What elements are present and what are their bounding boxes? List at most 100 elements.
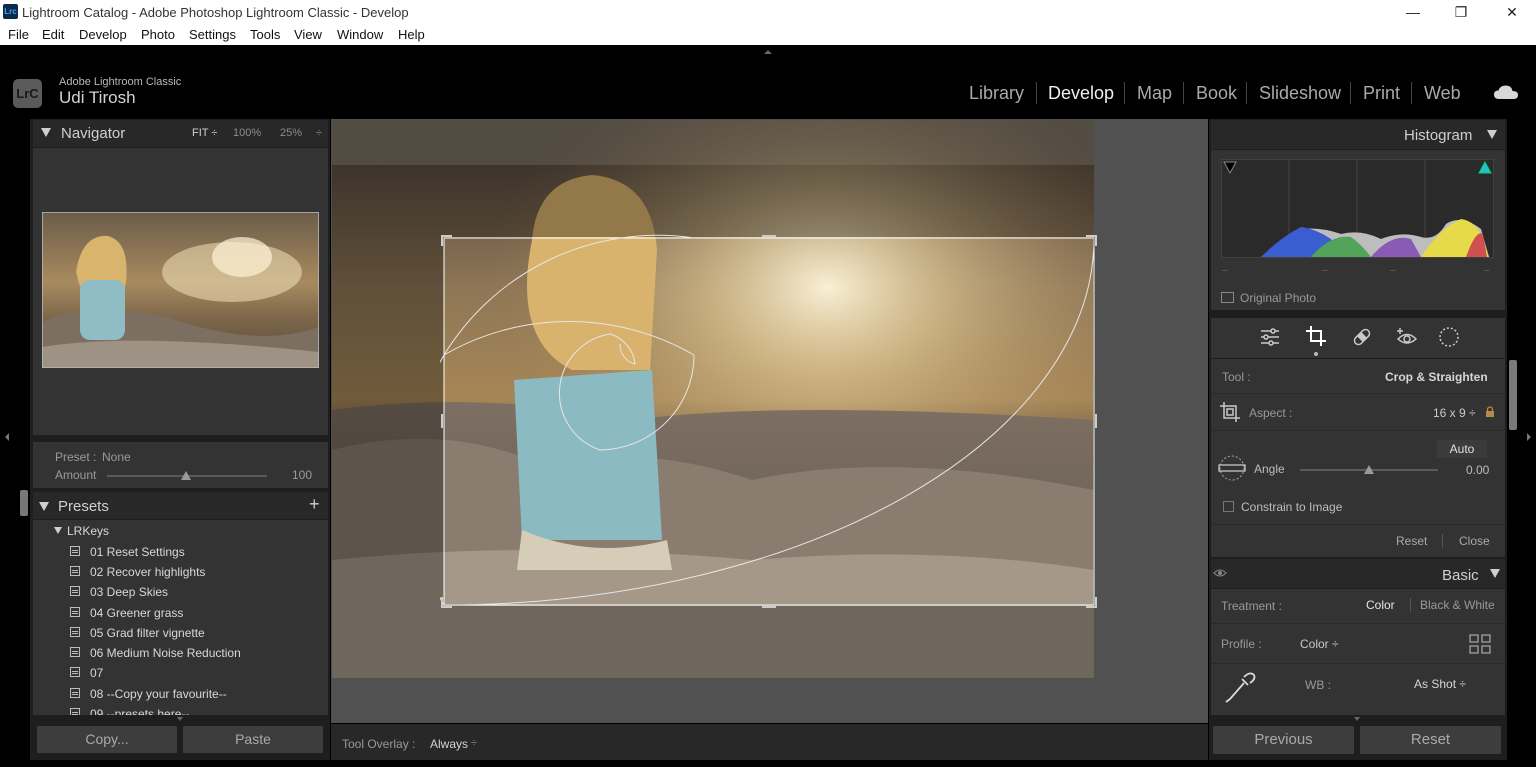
navigator-header[interactable]: Navigator FIT ÷ 100% 25% ÷ <box>33 120 328 147</box>
paste-button[interactable]: Paste <box>183 726 323 753</box>
folder-expand-icon[interactable] <box>54 527 62 534</box>
menu-window[interactable]: Window <box>337 27 383 42</box>
white-balance-eyedropper-icon[interactable] <box>1222 669 1258 705</box>
menu-develop[interactable]: Develop <box>79 27 127 42</box>
collapse-right-panel-icon[interactable] <box>1527 433 1531 441</box>
amount-value: 100 <box>292 468 313 482</box>
app-icon: Lrc <box>3 4 18 19</box>
close-button[interactable]: ✕ <box>1489 2 1535 22</box>
divider <box>1211 430 1505 431</box>
menu-view[interactable]: View <box>294 27 322 42</box>
preset-item[interactable]: 03 Deep Skies <box>68 583 318 603</box>
module-develop[interactable]: Develop <box>1048 83 1114 104</box>
maximize-button[interactable]: ❐ <box>1438 2 1484 22</box>
angle-slider-thumb[interactable] <box>1364 465 1374 474</box>
collapse-triangle-icon[interactable] <box>1487 130 1497 139</box>
copy-button[interactable]: Copy... <box>37 726 177 753</box>
tool-overlay-select[interactable]: Always <box>430 737 468 751</box>
collapse-bottom-icon[interactable] <box>1354 717 1360 721</box>
zoom-100[interactable]: 100% <box>233 127 261 139</box>
module-separator <box>1036 82 1037 104</box>
constrain-checkbox[interactable] <box>1223 501 1234 512</box>
histogram-header[interactable]: Histogram <box>1211 120 1505 149</box>
active-tool-indicator <box>1314 352 1318 356</box>
preset-item[interactable]: 06 Medium Noise Reduction <box>68 644 318 664</box>
straighten-tool-icon[interactable] <box>1216 455 1248 481</box>
module-print[interactable]: Print <box>1363 83 1400 104</box>
basic-header[interactable]: Basic <box>1211 559 1505 588</box>
preset-item[interactable]: 07 <box>68 664 318 684</box>
auto-button[interactable]: Auto <box>1437 440 1487 458</box>
preset-icon <box>70 627 80 637</box>
crop-frame-tool-icon[interactable] <box>1219 401 1241 423</box>
menu-settings[interactable]: Settings <box>189 27 236 42</box>
menu-file[interactable]: File <box>8 27 29 42</box>
tool-overlay-arrows-icon[interactable]: ÷ <box>471 737 477 749</box>
collapse-left-panel-icon[interactable] <box>5 433 9 441</box>
preset-icon <box>70 566 80 576</box>
collapse-triangle-icon[interactable] <box>1490 569 1500 578</box>
crop-tool-icon[interactable] <box>1305 325 1327 347</box>
lock-icon[interactable] <box>1485 406 1495 418</box>
cloud-icon[interactable] <box>1493 84 1519 100</box>
basic-title: Basic <box>1442 567 1479 584</box>
minimize-button[interactable]: — <box>1390 2 1436 22</box>
wb-select[interactable]: As Shot ÷ <box>1414 677 1466 691</box>
collapse-bottom-icon[interactable] <box>177 717 183 721</box>
tool-label: Tool : <box>1222 370 1251 384</box>
reset-button[interactable]: Reset <box>1360 726 1501 754</box>
menu-help[interactable]: Help <box>398 27 425 42</box>
crop-panel: Tool : Crop & Straighten <box>1211 359 1505 557</box>
preset-icon <box>70 546 80 556</box>
crop-reset-button[interactable]: Reset <box>1396 534 1427 548</box>
treatment-color[interactable]: Color <box>1366 598 1395 612</box>
red-eye-icon[interactable] <box>1396 326 1418 348</box>
module-library[interactable]: Library <box>969 83 1024 104</box>
module-book[interactable]: Book <box>1196 83 1237 104</box>
preset-item[interactable]: 01 Reset Settings <box>68 543 318 563</box>
histogram-graph[interactable] <box>1221 159 1494 258</box>
crop-frame[interactable] <box>440 234 1098 609</box>
aspect-select[interactable]: 16 x 9 ÷ <box>1433 406 1476 420</box>
previous-button[interactable]: Previous <box>1213 726 1354 754</box>
preset-folder-lrkeys[interactable]: LRKeys <box>67 524 109 538</box>
preset-item[interactable]: 08 --Copy your favourite-- <box>68 685 318 705</box>
profile-select[interactable]: Color ÷ <box>1300 637 1339 651</box>
module-map[interactable]: Map <box>1137 83 1172 104</box>
zoom-arrows-icon[interactable]: ÷ <box>316 127 322 139</box>
eye-icon[interactable] <box>1213 568 1227 578</box>
zoom-25[interactable]: 25% <box>280 127 302 139</box>
crop-close-button[interactable]: Close <box>1459 534 1490 548</box>
masking-icon[interactable] <box>1438 326 1460 348</box>
preset-item[interactable]: 05 Grad filter vignette <box>68 624 318 644</box>
menu-edit[interactable]: Edit <box>42 27 64 42</box>
healing-bandage-icon[interactable] <box>1351 326 1373 348</box>
product-name: Adobe Lightroom Classic <box>59 76 182 88</box>
zoom-fit[interactable]: FIT ÷ <box>192 127 217 139</box>
module-slideshow[interactable]: Slideshow <box>1259 83 1341 104</box>
treatment-bw[interactable]: Black & White <box>1420 598 1495 612</box>
menu-photo[interactable]: Photo <box>141 27 175 42</box>
presets-header[interactable]: Presets + <box>33 492 328 519</box>
preset-item[interactable]: 09 --presets here-- <box>68 705 318 715</box>
amount-slider-thumb[interactable] <box>181 471 191 480</box>
navigator-thumbnail[interactable] <box>42 212 319 368</box>
right-panel-scrollbar[interactable] <box>1509 360 1517 430</box>
left-panel-scrollbar[interactable] <box>20 490 28 516</box>
menu-tools[interactable]: Tools <box>250 27 280 42</box>
angle-value[interactable]: 0.00 <box>1466 463 1489 477</box>
profile-browser-icon[interactable] <box>1469 634 1491 654</box>
collapse-top-panel-icon[interactable] <box>764 50 772 54</box>
divider <box>1211 623 1505 624</box>
preset-item[interactable]: 02 Recover highlights <box>68 563 318 583</box>
window-title: Lightroom Catalog - Adobe Photoshop Ligh… <box>22 5 409 20</box>
collapse-triangle-icon[interactable] <box>41 128 51 137</box>
preset-item[interactable]: 04 Greener grass <box>68 604 318 624</box>
add-preset-icon[interactable]: + <box>309 494 320 515</box>
original-photo-checkbox[interactable] <box>1221 292 1234 303</box>
module-web[interactable]: Web <box>1424 83 1461 104</box>
menu-bar: File Edit Develop Photo Settings Tools V… <box>0 24 1536 45</box>
collapse-triangle-icon[interactable] <box>39 502 49 511</box>
module-separator <box>1183 82 1184 104</box>
edit-sliders-icon[interactable] <box>1259 326 1281 348</box>
